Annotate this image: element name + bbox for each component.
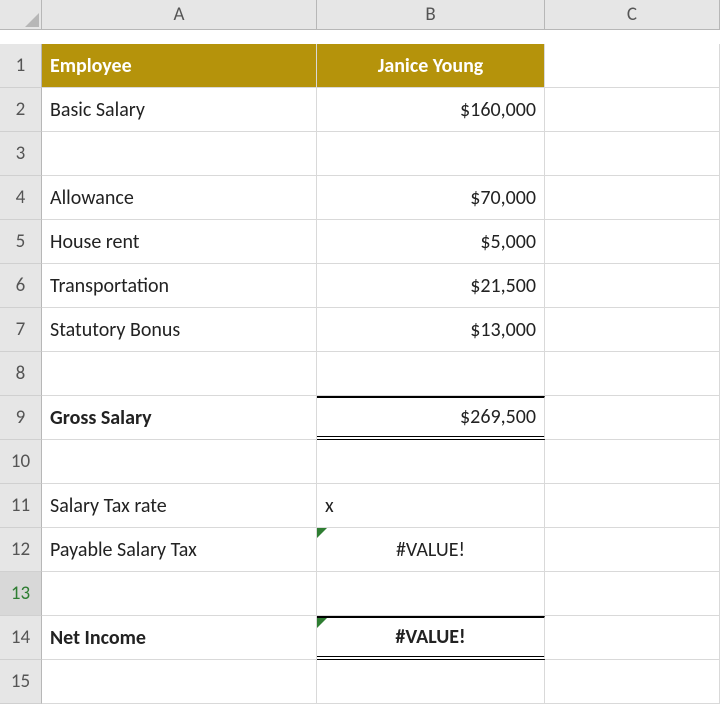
select-all-triangle-icon — [25, 13, 39, 27]
row-header-2[interactable]: 2 — [0, 88, 42, 132]
cell-C10[interactable] — [545, 440, 720, 484]
spreadsheet-grid: A B C 1 Employee Janice Young 2 Basic Sa… — [0, 0, 720, 704]
cell-B13[interactable] — [317, 572, 545, 616]
cell-A14[interactable]: Net Income — [42, 616, 317, 660]
cell-B7[interactable]: $13,000 — [317, 308, 545, 352]
row-header-9[interactable]: 9 — [0, 396, 42, 440]
cell-A5[interactable]: House rent — [42, 220, 317, 264]
row-header-4[interactable]: 4 — [0, 176, 42, 220]
cell-B4[interactable]: $70,000 — [317, 176, 545, 220]
cell-B12[interactable]: #VALUE! — [317, 528, 545, 572]
cell-B1[interactable]: Janice Young — [317, 44, 545, 88]
cell-A13[interactable] — [42, 572, 317, 616]
cell-B11[interactable]: x — [317, 484, 545, 528]
cell-A1[interactable]: Employee — [42, 44, 317, 88]
cell-B10[interactable] — [317, 440, 545, 484]
cell-B2[interactable]: $160,000 — [317, 88, 545, 132]
cell-A3[interactable] — [42, 132, 317, 176]
row-header-5[interactable]: 5 — [0, 220, 42, 264]
col-header-A[interactable]: A — [42, 0, 317, 30]
cell-B9[interactable]: $269,500 — [317, 396, 545, 440]
cell-C14[interactable] — [545, 616, 720, 660]
cell-C4[interactable] — [545, 176, 720, 220]
cell-B14[interactable]: #VALUE! — [317, 616, 545, 660]
cell-A9[interactable]: Gross Salary — [42, 396, 317, 440]
cell-C1[interactable] — [545, 44, 720, 88]
select-all-corner[interactable] — [0, 0, 42, 30]
cell-A12[interactable]: Payable Salary Tax — [42, 528, 317, 572]
cell-A7[interactable]: Statutory Bonus — [42, 308, 317, 352]
cell-B3[interactable] — [317, 132, 545, 176]
cell-A2[interactable]: Basic Salary — [42, 88, 317, 132]
cell-C13[interactable] — [545, 572, 720, 616]
cell-B5[interactable]: $5,000 — [317, 220, 545, 264]
row-header-8[interactable]: 8 — [0, 352, 42, 396]
cell-C5[interactable] — [545, 220, 720, 264]
row-header-3[interactable]: 3 — [0, 132, 42, 176]
cell-A11[interactable]: Salary Tax rate — [42, 484, 317, 528]
cell-A8[interactable] — [42, 352, 317, 396]
cell-B8[interactable] — [317, 352, 545, 396]
row-header-12[interactable]: 12 — [0, 528, 42, 572]
cell-B15[interactable] — [317, 660, 545, 704]
cell-C3[interactable] — [545, 132, 720, 176]
row-header-15[interactable]: 15 — [0, 660, 42, 704]
row-header-6[interactable]: 6 — [0, 264, 42, 308]
cell-B6[interactable]: $21,500 — [317, 264, 545, 308]
cell-A15[interactable] — [42, 660, 317, 704]
row-header-11[interactable]: 11 — [0, 484, 42, 528]
cell-A4[interactable]: Allowance — [42, 176, 317, 220]
cell-A6[interactable]: Transportation — [42, 264, 317, 308]
cell-C11[interactable] — [545, 484, 720, 528]
col-header-B[interactable]: B — [317, 0, 545, 30]
cell-C7[interactable] — [545, 308, 720, 352]
row-header-13[interactable]: 13 — [0, 572, 42, 616]
row-header-7[interactable]: 7 — [0, 308, 42, 352]
cell-C2[interactable] — [545, 88, 720, 132]
cell-A10[interactable] — [42, 440, 317, 484]
col-header-C[interactable]: C — [545, 0, 720, 30]
cell-C9[interactable] — [545, 396, 720, 440]
cell-C15[interactable] — [545, 660, 720, 704]
row-header-10[interactable]: 10 — [0, 440, 42, 484]
cell-C8[interactable] — [545, 352, 720, 396]
row-header-1[interactable]: 1 — [0, 44, 42, 88]
row-header-14[interactable]: 14 — [0, 616, 42, 660]
cell-C12[interactable] — [545, 528, 720, 572]
cell-C6[interactable] — [545, 264, 720, 308]
